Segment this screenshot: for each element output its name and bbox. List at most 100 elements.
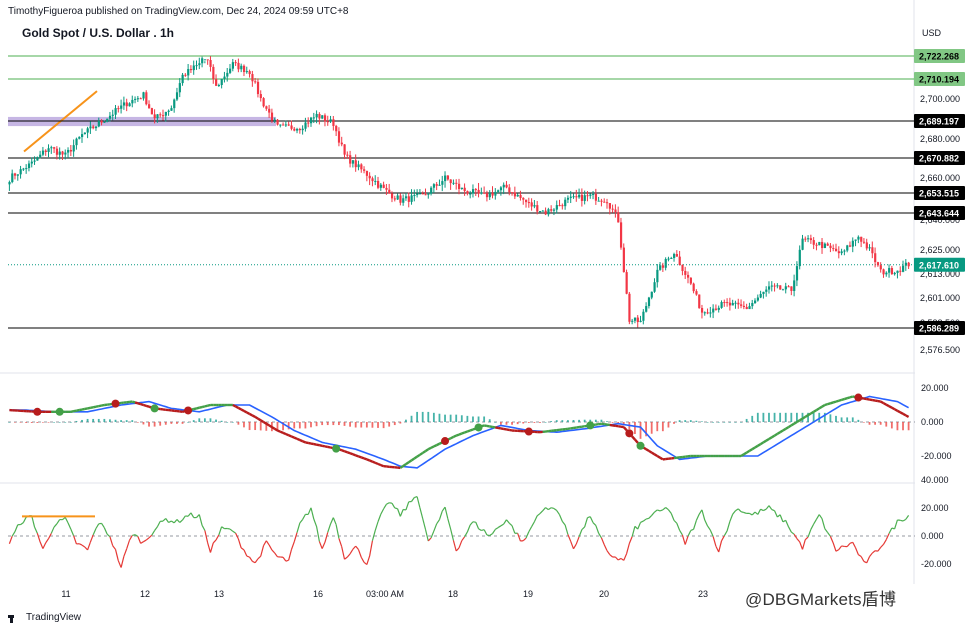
oscillator-line — [296, 522, 301, 533]
macd-histogram-bar — [332, 422, 335, 426]
macd-line-segment — [776, 431, 781, 435]
chart-canvas[interactable]: 2,700.0002,680.0002,660.0002,640.0002,62… — [0, 0, 975, 631]
oscillator-line — [548, 507, 552, 511]
macd-line-segment — [656, 454, 661, 459]
candle — [689, 277, 692, 284]
candle — [122, 102, 126, 106]
oscillator-line — [760, 508, 764, 512]
candle — [522, 197, 525, 200]
candle — [424, 194, 427, 196]
oscillator-line — [20, 522, 24, 526]
candle — [628, 293, 631, 322]
macd-line-segment — [799, 417, 804, 422]
candle — [592, 193, 595, 195]
candle — [818, 241, 821, 246]
macd-line-segment — [98, 404, 102, 408]
macd-histogram-bar — [723, 422, 726, 423]
macd-histogram-bar — [343, 422, 346, 426]
macd-line-segment — [341, 449, 345, 453]
macd-histogram-bar — [455, 414, 458, 422]
candle — [304, 122, 307, 129]
oscillator-line — [327, 523, 332, 533]
candle — [217, 85, 221, 87]
macd-line-segment — [464, 430, 468, 434]
candle — [164, 111, 167, 116]
macd-histogram-bar — [53, 422, 55, 423]
macd-line-segment — [458, 432, 463, 436]
candle — [349, 155, 352, 164]
candle — [497, 190, 500, 192]
candle — [555, 205, 558, 210]
oscillator-line — [801, 539, 806, 550]
macd-histogram-bar — [505, 422, 508, 425]
candle — [58, 151, 61, 155]
macd-line-segment — [896, 409, 901, 414]
macd-signal-line — [9, 395, 909, 469]
candle — [298, 128, 302, 131]
oscillator-line — [614, 556, 619, 561]
macd-line-segment — [285, 432, 290, 437]
candle — [318, 113, 321, 119]
macd-line-segment — [891, 406, 896, 411]
oscillator-line — [307, 507, 312, 515]
macd-histogram-bar — [142, 422, 145, 425]
macd-histogram-bar — [561, 420, 564, 422]
oscillator-line — [293, 532, 298, 543]
oscillator-line — [640, 520, 644, 523]
oscillator-line — [151, 530, 156, 536]
candle — [611, 208, 614, 210]
macd-line-segment — [90, 406, 94, 410]
macd-histogram-bar — [466, 415, 469, 422]
macd-line-segment — [95, 404, 99, 408]
candle — [580, 194, 584, 201]
level-label: 2,586.289 — [919, 323, 959, 333]
macd-line-segment — [866, 397, 870, 401]
macd-histogram-bar — [639, 422, 642, 439]
macd-line-segment — [651, 451, 656, 456]
macd-line-segment — [408, 459, 413, 464]
macd-histogram-bar — [75, 420, 78, 422]
macd-histogram-bar — [69, 422, 72, 423]
candle — [709, 312, 712, 314]
macd-histogram-bar — [97, 418, 100, 422]
macd-histogram-bar — [567, 420, 569, 422]
candle — [69, 149, 73, 152]
candle — [220, 78, 223, 86]
oscillator-line — [430, 530, 435, 539]
oscillator-line — [114, 549, 119, 561]
candle — [804, 238, 807, 240]
macd-line-segment — [346, 451, 351, 455]
candle — [767, 286, 771, 290]
macd-histogram-bar — [14, 422, 16, 423]
oscillator-line — [838, 545, 843, 551]
oscillator-line — [849, 541, 853, 544]
candle — [404, 196, 408, 199]
oscillator-line — [475, 521, 480, 529]
candle — [229, 68, 232, 73]
oscillator-line — [355, 545, 359, 550]
macd-line-segment — [369, 459, 373, 463]
macd-histogram-bar — [131, 420, 134, 422]
macd-line-segment — [405, 461, 410, 466]
oscillator-line — [704, 519, 709, 527]
oscillator-line — [427, 537, 432, 542]
candle — [273, 119, 276, 121]
oscillator-line — [374, 521, 379, 531]
candle — [175, 92, 179, 100]
oscillator-line — [533, 515, 538, 522]
macd-line-segment — [768, 436, 773, 441]
macd-line-segment — [413, 455, 418, 460]
oscillator-line — [517, 533, 522, 542]
time-tick: 12 — [140, 589, 150, 599]
macd-histogram-bar — [215, 419, 217, 422]
oscillator-line — [438, 510, 443, 520]
candle — [64, 152, 67, 155]
candle — [438, 184, 441, 186]
oscillator-line — [829, 536, 834, 544]
candle — [622, 247, 625, 273]
last-price-label: 2,617.610 — [919, 260, 959, 270]
oscillator-line — [274, 552, 278, 558]
candle — [770, 285, 773, 287]
macd-line-segment — [779, 429, 784, 434]
oscillator-line — [813, 518, 817, 525]
